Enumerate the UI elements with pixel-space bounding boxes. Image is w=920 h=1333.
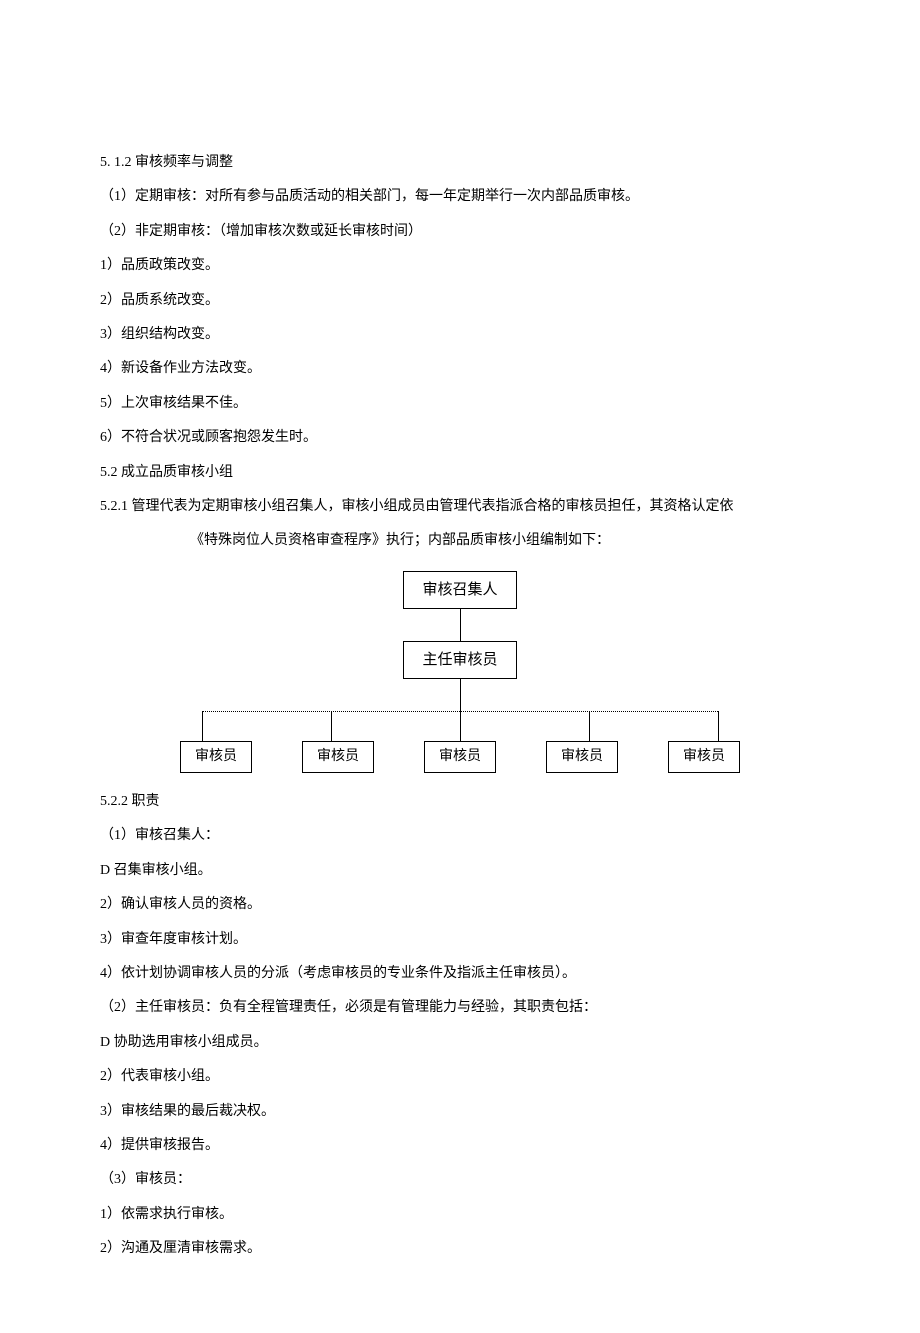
org-leaf-row: 审核员 审核员 审核员 审核员 审核员 (180, 741, 740, 773)
document-page: 5. 1.2 审核频率与调整 （1）定期审核：对所有参与品质活动的相关部门，每一… (0, 0, 920, 1333)
heading-number: 5.2 (100, 465, 118, 480)
item-label: 定期审核： (135, 189, 205, 204)
subitem: D 召集审核小组。 (100, 860, 820, 882)
org-node-auditor: 审核员 (546, 741, 618, 773)
item-number: （1） (100, 828, 135, 843)
heading-text: 职责 (132, 794, 160, 809)
heading-text: 成立品质审核小组 (121, 465, 233, 480)
subitem: 4）新设备作业方法改变。 (100, 358, 820, 380)
subitem: 2）品质系统改变。 (100, 290, 820, 312)
subitem: 5）上次审核结果不佳。 (100, 393, 820, 415)
subitem: 4）依计划协调审核人员的分派（考虑审核员的专业条件及指派主任审核员）。 (100, 963, 820, 985)
item-periodic-audit: （1）定期审核：对所有参与品质活动的相关部门，每一年定期举行一次内部品质审核。 (100, 186, 820, 208)
role-auditor: （3）审核员： (100, 1169, 820, 1191)
heading-number: 5.2.1 (100, 499, 128, 514)
connector-line (460, 679, 461, 711)
subitem: 1）品质政策改变。 (100, 255, 820, 277)
item-label: 非定期审核： (135, 224, 219, 239)
org-node-root: 审核召集人 (403, 571, 516, 609)
heading-text: 审核频率与调整 (135, 155, 233, 170)
item-nonperiodic-audit: （2）非定期审核：（增加审核次数或延长审核时间） (100, 221, 820, 243)
connector-line (460, 609, 461, 641)
paragraph-cont: 《特殊岗位人员资格审查程序》执行；内部品质审核小组编制如下： (190, 530, 820, 552)
item-text: （增加审核次数或延长审核时间） (219, 224, 422, 239)
connector-bar (180, 711, 740, 741)
role-lead-auditor: （2）主任审核员：负有全程管理责任，必须是有管理能力与经验，其职责包括： (100, 997, 820, 1019)
item-number: （2） (100, 224, 135, 239)
subitem: 3）审核结果的最后裁决权。 (100, 1101, 820, 1123)
item-text: 负有全程管理责任，必须是有管理能力与经验，其职责包括： (219, 1000, 597, 1015)
subitem: 1）依需求执行审核。 (100, 1204, 820, 1226)
org-node-auditor: 审核员 (302, 741, 374, 773)
section-5-2-1: 5.2.1 管理代表为定期审核小组召集人，审核小组成员由管理代表指派合格的审核员… (100, 496, 820, 518)
subitem: 4）提供审核报告。 (100, 1135, 820, 1157)
item-label: 审核员： (135, 1172, 191, 1187)
section-5-2-2-heading: 5.2.2 职责 (100, 791, 820, 813)
subitem: 2）沟通及厘清审核需求。 (100, 1238, 820, 1260)
paragraph-text: 管理代表为定期审核小组召集人，审核小组成员由管理代表指派合格的审核员担任，其资格… (132, 499, 734, 514)
item-label: 审核召集人： (135, 828, 219, 843)
org-node-auditor: 审核员 (424, 741, 496, 773)
org-node-auditor: 审核员 (180, 741, 252, 773)
item-text: 对所有参与品质活动的相关部门，每一年定期举行一次内部品质审核。 (205, 189, 639, 204)
item-label: 主任审核员： (135, 1000, 219, 1015)
subitem: D 协助选用审核小组成员。 (100, 1032, 820, 1054)
org-node-lead: 主任审核员 (403, 641, 516, 679)
heading-number: 5.2.2 (100, 794, 128, 809)
section-5-2-heading: 5.2 成立品质审核小组 (100, 462, 820, 484)
item-number: （3） (100, 1172, 135, 1187)
heading-number: 5. 1.2 (100, 155, 132, 170)
org-chart: 审核召集人 主任审核员 审核员 审核员 审核员 审核员 审核员 (180, 571, 740, 773)
item-number: （1） (100, 189, 135, 204)
role-convener: （1）审核召集人： (100, 825, 820, 847)
org-node-auditor: 审核员 (668, 741, 740, 773)
subitem: 6）不符合状况或顾客抱怨发生时。 (100, 427, 820, 449)
subitem: 2）代表审核小组。 (100, 1066, 820, 1088)
section-5-1-2-heading: 5. 1.2 审核频率与调整 (100, 152, 820, 174)
subitem: 3）审查年度审核计划。 (100, 929, 820, 951)
subitem: 3）组织结构改变。 (100, 324, 820, 346)
subitem: 2）确认审核人员的资格。 (100, 894, 820, 916)
item-number: （2） (100, 1000, 135, 1015)
